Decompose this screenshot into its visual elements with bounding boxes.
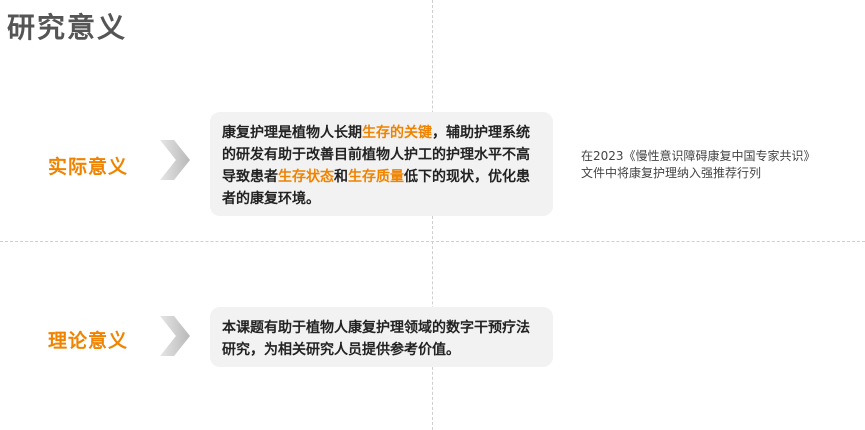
chevron-right-icon: [160, 140, 190, 180]
practical-label: 实际意义: [48, 156, 129, 178]
practical-text-part: 和: [334, 169, 348, 185]
note-line: 文件中将康复护理纳入强推荐行列: [581, 166, 762, 180]
practical-text-part: 康复护理是植物人长期: [222, 125, 362, 141]
note-line: 在2023《慢性意识障碍康复中国专家共识》: [581, 149, 816, 163]
practical-card: 康复护理是植物人长期生存的关键，辅助护理系统的研发有助于改善目前植物人护工的护理…: [210, 112, 553, 216]
practical-note: 在2023《慢性意识障碍康复中国专家共识》 文件中将康复护理纳入强推荐行列: [581, 148, 856, 182]
practical-highlight-survival-state: 生存状态: [278, 169, 334, 185]
page-title: 研究意义: [7, 11, 128, 44]
practical-highlight-survival-key: 生存的关键: [362, 125, 432, 141]
chevron-right-icon: [160, 316, 190, 356]
practical-highlight-survival-quality: 生存质量: [348, 169, 404, 185]
theoretical-text: 本课题有助于植物人康复护理领域的数字干预疗法研究，为相关研究人员提供参考价值。: [222, 320, 530, 358]
horizontal-divider: [0, 241, 865, 242]
theoretical-card: 本课题有助于植物人康复护理领域的数字干预疗法研究，为相关研究人员提供参考价值。: [210, 307, 553, 367]
theoretical-label: 理论意义: [48, 330, 129, 352]
